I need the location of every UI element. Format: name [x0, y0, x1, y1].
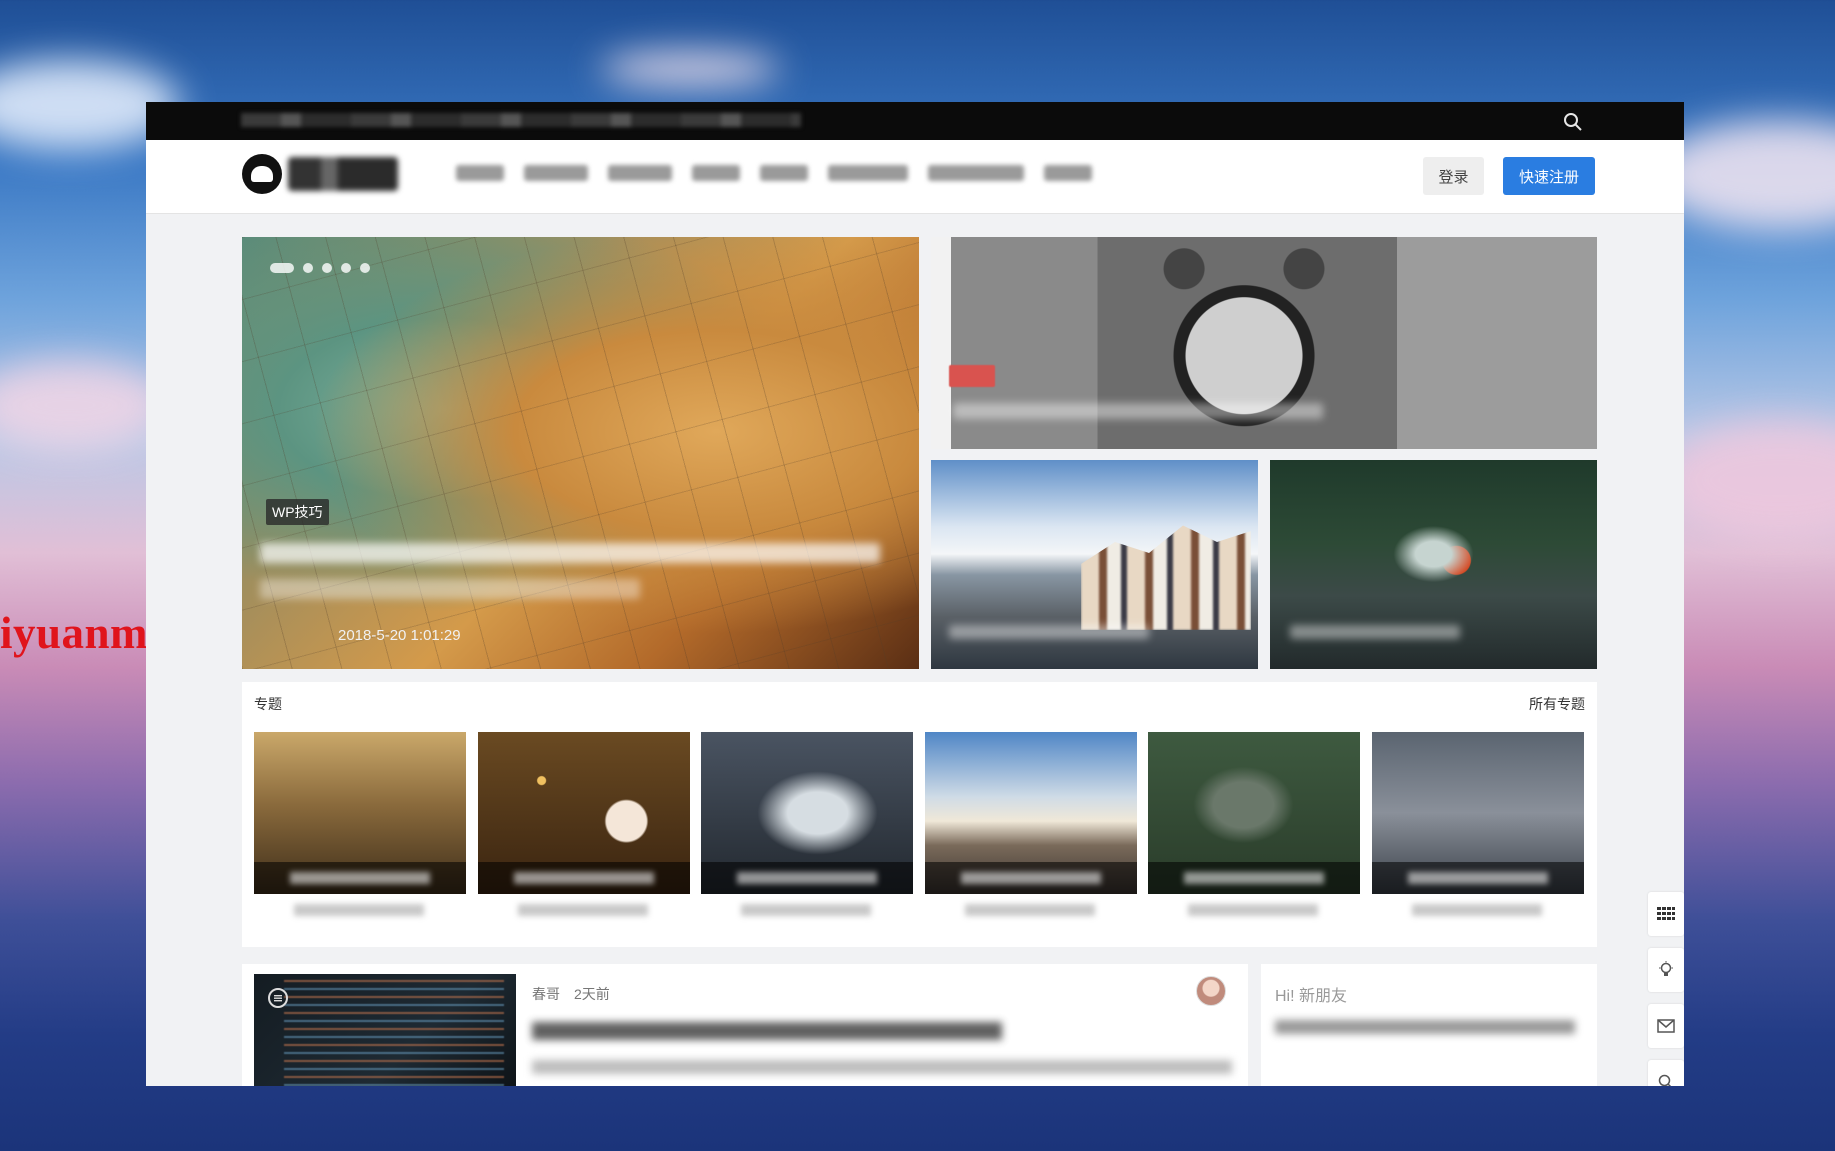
- featured-post-forest[interactable]: [1270, 460, 1597, 669]
- tile-title-blurred: [1290, 625, 1460, 639]
- topic-subtitle: [1372, 904, 1584, 920]
- topics-label: 专题: [254, 696, 282, 712]
- topic-card[interactable]: [254, 732, 466, 894]
- nav-item[interactable]: [760, 165, 808, 181]
- register-button[interactable]: 快速注册: [1503, 157, 1595, 195]
- slider-dot[interactable]: [303, 263, 313, 273]
- code-texture: [284, 974, 504, 1086]
- logo-icon: [242, 154, 282, 194]
- slider-dot[interactable]: [360, 263, 370, 273]
- post-meta: 春哥 2天前: [532, 984, 610, 1004]
- topic-card[interactable]: [701, 732, 913, 894]
- site-name-blurred: [288, 157, 398, 191]
- hero-title-blurred: [260, 579, 640, 599]
- topic-card[interactable]: [925, 732, 1137, 894]
- nav-item[interactable]: [524, 165, 588, 181]
- site-header: 登录 快速注册: [146, 140, 1684, 214]
- greeting-text: Hi! 新朋友: [1275, 988, 1348, 1005]
- nav-item[interactable]: [828, 165, 908, 181]
- topic-subtitle: [478, 904, 690, 920]
- tile-title-blurred: [949, 625, 1149, 639]
- red-tag: [949, 365, 995, 387]
- welcome-text-blurred: [1275, 1020, 1575, 1034]
- mail-icon[interactable]: [1648, 1004, 1684, 1048]
- topics-section: 专题 所有专题: [242, 682, 1597, 947]
- cloud: [0, 360, 170, 450]
- featured-post-clock[interactable]: [931, 237, 1597, 449]
- hero-date: 2018-5-20 1:01:29: [338, 627, 461, 644]
- topic-card[interactable]: [478, 732, 690, 894]
- slider-dots: [270, 263, 370, 273]
- main-nav: [456, 165, 1092, 181]
- avatar[interactable]: [1196, 976, 1226, 1006]
- post-thumbnail[interactable]: [254, 974, 516, 1086]
- lightbulb-icon[interactable]: [1648, 948, 1684, 992]
- slider-dot[interactable]: [341, 263, 351, 273]
- slider-dot[interactable]: [270, 263, 294, 273]
- topic-subtitle: [254, 904, 466, 920]
- category-badge[interactable]: WP技巧: [266, 499, 329, 525]
- topic-card[interactable]: [1372, 732, 1584, 894]
- cloud: [600, 52, 780, 86]
- topic-subtitle: [925, 904, 1137, 920]
- blurred-top-links: [241, 113, 801, 127]
- topic-card[interactable]: [1148, 732, 1360, 894]
- grid-icon[interactable]: [1648, 892, 1684, 936]
- search-icon[interactable]: [1648, 1060, 1684, 1086]
- nav-item[interactable]: [456, 165, 504, 181]
- topic-subtitle: [1148, 904, 1360, 920]
- welcome-widget: Hi! 新朋友: [1261, 964, 1597, 1086]
- hero-title-blurred: [260, 543, 880, 563]
- search-icon[interactable]: [1562, 111, 1584, 133]
- topic-subtitle: [701, 904, 913, 920]
- login-button[interactable]: 登录: [1423, 157, 1484, 195]
- featured-post-town[interactable]: [931, 460, 1258, 669]
- tile-title-blurred: [953, 403, 1323, 419]
- nav-item[interactable]: [928, 165, 1024, 181]
- all-topics-link[interactable]: 所有专题: [1529, 694, 1585, 714]
- post-time: 2天前: [574, 986, 610, 1002]
- top-bar: [146, 102, 1684, 140]
- site-logo[interactable]: [242, 154, 398, 194]
- cloud: [1660, 420, 1835, 540]
- menu-icon: [268, 988, 288, 1008]
- post-excerpt-blurred: [532, 1060, 1232, 1074]
- post-card[interactable]: 春哥 2天前: [242, 964, 1248, 1086]
- hero-slide[interactable]: WP技巧 2018-5-20 1:01:29: [242, 237, 919, 669]
- floating-toolbar: [1648, 892, 1684, 1086]
- browser-screenshot: 登录 快速注册 WP技巧 2018-5-20 1:01:29 专题 所有专题 春…: [146, 102, 1684, 1086]
- slider-dot[interactable]: [322, 263, 332, 273]
- post-title-blurred[interactable]: [532, 1022, 1002, 1040]
- town-houses: [1081, 525, 1251, 630]
- nav-item[interactable]: [692, 165, 740, 181]
- nav-item[interactable]: [608, 165, 672, 181]
- globe-map-texture: [242, 237, 919, 669]
- post-author[interactable]: 春哥: [532, 984, 560, 1004]
- nav-item[interactable]: [1044, 165, 1092, 181]
